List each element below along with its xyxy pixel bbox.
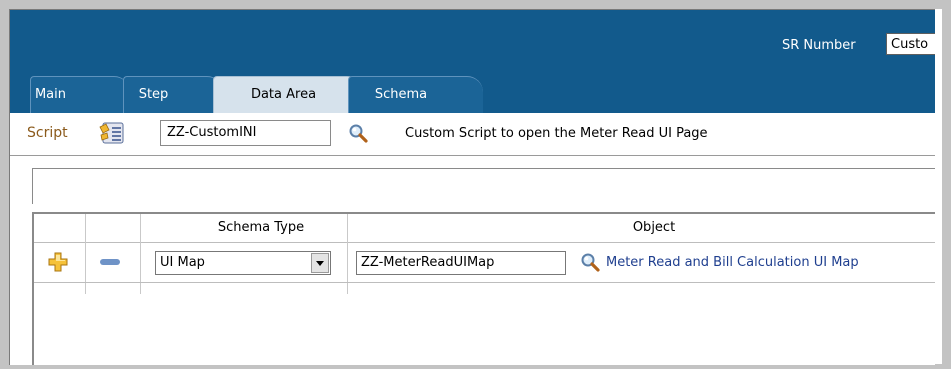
- empty-toolbar: [32, 168, 935, 204]
- script-description: Custom Script to open the Meter Read UI …: [405, 126, 708, 141]
- chevron-down-icon: [316, 261, 324, 266]
- tab-data-area[interactable]: Data Area: [213, 76, 363, 113]
- object-description: Meter Read and Bill Calculation UI Map: [606, 255, 859, 270]
- tab-main-label: Main: [34, 87, 67, 102]
- script-label: Script: [27, 125, 68, 141]
- grid-header: Schema Type Object: [34, 214, 935, 243]
- remove-row-icon[interactable]: [100, 259, 120, 265]
- tab-step[interactable]: Step: [123, 76, 223, 113]
- table-row: UI Map ZZ-MeterReadUIMap Meter Read and …: [34, 242, 935, 283]
- script-row: Script ZZ-CustomINI Custom Script to ope…: [10, 113, 935, 156]
- object-search-icon[interactable]: [580, 252, 600, 272]
- script-context-icon[interactable]: [99, 121, 125, 145]
- script-search-icon[interactable]: [348, 123, 368, 143]
- tab-schema-label: Schema: [374, 87, 428, 102]
- header-object: Object: [632, 220, 676, 235]
- sr-number-label: SR Number: [782, 38, 856, 53]
- dropdown-button[interactable]: [311, 253, 329, 273]
- schema-type-select[interactable]: UI Map: [155, 251, 331, 275]
- schema-grid: Schema Type Object UI Map ZZ-MeterReadUI…: [32, 212, 935, 365]
- content-panel: SR Number Custo Main Step Data Area Sche…: [9, 9, 935, 365]
- header-schema-type: Schema Type: [217, 220, 305, 235]
- tab-schema[interactable]: Schema: [348, 76, 483, 113]
- object-field[interactable]: ZZ-MeterReadUIMap: [356, 251, 566, 275]
- script-field[interactable]: ZZ-CustomINI: [160, 120, 331, 146]
- tab-step-label: Step: [138, 87, 169, 102]
- add-row-icon[interactable]: [48, 252, 68, 272]
- tab-data-area-label: Data Area: [250, 87, 317, 102]
- sr-number-field[interactable]: Custo: [886, 33, 935, 55]
- header-bar: SR Number Custo Main Step Data Area Sche…: [10, 10, 935, 113]
- tab-strip: Main Step Data Area Schema: [10, 76, 935, 113]
- tab-main[interactable]: Main: [30, 76, 130, 113]
- schema-type-value: UI Map: [160, 255, 205, 270]
